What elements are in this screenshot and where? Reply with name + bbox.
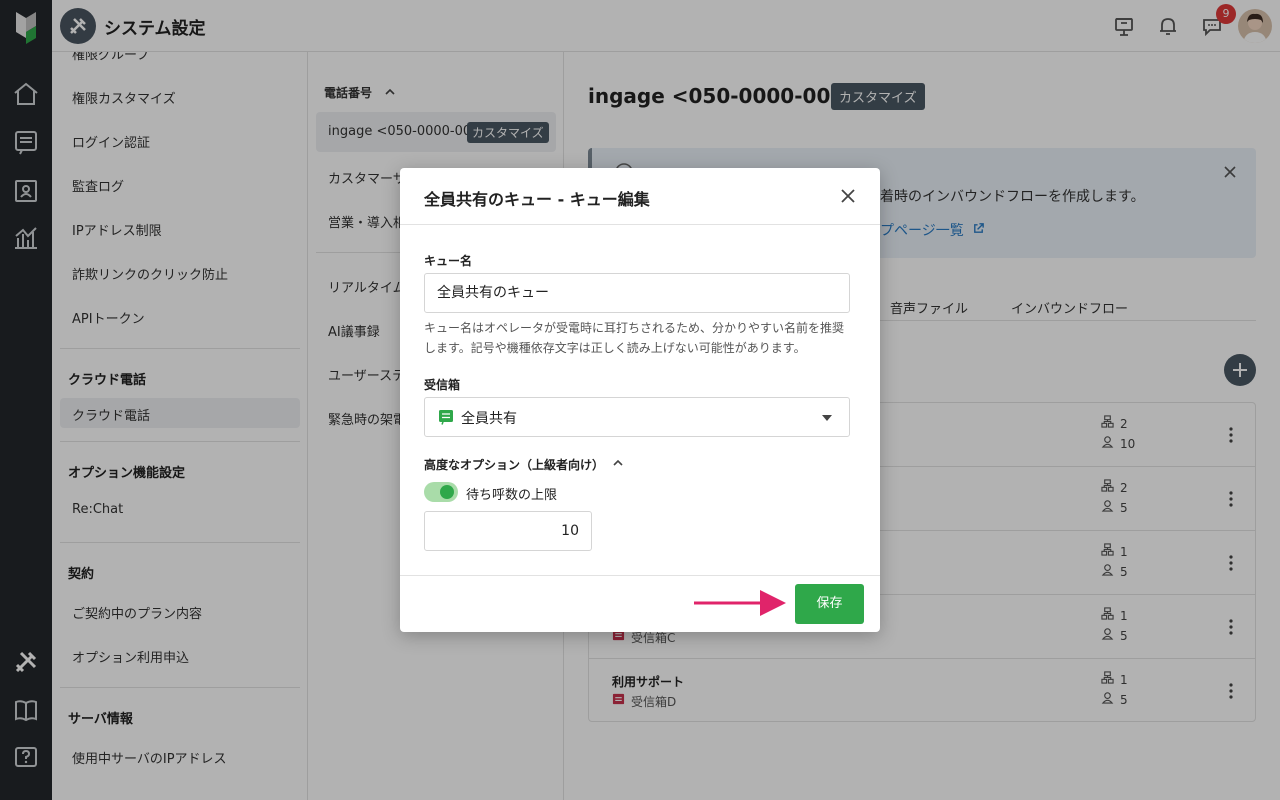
chevron-down-icon [822,415,832,421]
queue-limit-label: 待ち呼数の上限 [466,488,558,503]
queue-edit-dialog: 全員共有のキュー - キュー編集 キュー名 全員共有のキュー キュー名はオペレー… [400,168,880,632]
dialog-divider [400,224,880,225]
dialog-divider [400,575,880,576]
close-icon[interactable] [838,186,858,206]
inbox-label: 受信箱 [424,378,461,392]
inbox-select[interactable]: 全員共有 [424,397,850,437]
inbox-icon [439,410,453,425]
switch-knob [440,485,454,499]
queue-name-help: キュー名はオペレータが受電時に耳打ちされるため、分かりやすい名前を推奨します。記… [424,321,845,355]
queue-name-input[interactable]: 全員共有のキュー [424,273,850,313]
inbox-select-value: 全員共有 [461,411,517,427]
queue-limit-switch[interactable] [424,482,458,502]
chevron-up-icon[interactable] [612,458,624,468]
queue-name-label: キュー名 [424,254,473,268]
advanced-options-toggle[interactable]: 高度なオプション（上級者向け） [424,456,604,473]
queue-limit-input[interactable]: 10 [424,511,592,551]
save-button[interactable]: 保存 [795,584,864,624]
dialog-title: 全員共有のキュー - キュー編集 [424,190,650,209]
arrow-annotation [694,590,786,616]
